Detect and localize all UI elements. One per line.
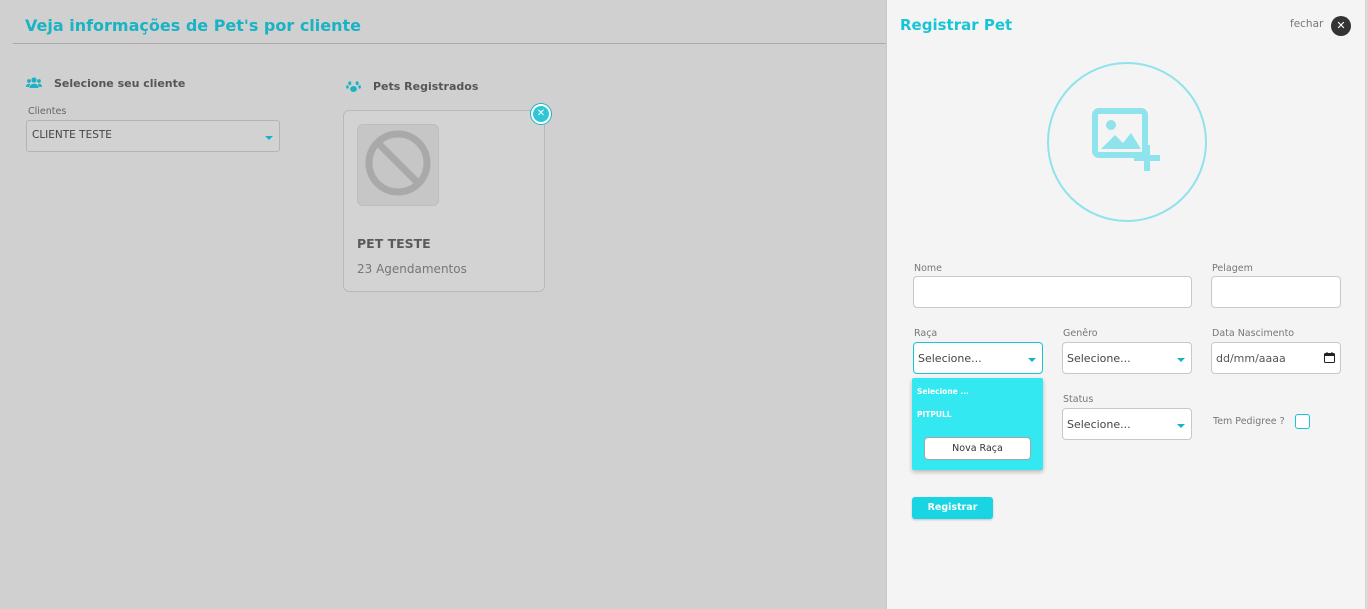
client-section-label: Selecione seu cliente: [54, 76, 186, 90]
raca-option[interactable]: Selecione ...: [917, 387, 969, 396]
page-title: Veja informações de Pet's por cliente: [25, 16, 362, 35]
users-icon: [26, 76, 42, 90]
close-icon: ✕: [1336, 19, 1346, 32]
raca-select-value: Selecione...: [918, 352, 982, 365]
genero-select[interactable]: Selecione...: [1062, 342, 1192, 374]
data-nascimento-input[interactable]: dd/mm/aaaa: [1211, 342, 1341, 374]
genero-label: Genêro: [1063, 328, 1098, 339]
title-divider: [13, 43, 886, 44]
pelagem-label: Pelagem: [1212, 263, 1253, 274]
close-label[interactable]: fechar: [1290, 18, 1323, 30]
chevron-down-icon: [265, 136, 273, 140]
clients-label: Clientes: [28, 106, 67, 117]
register-button[interactable]: Registrar: [912, 497, 993, 519]
chevron-down-icon: [1177, 358, 1185, 362]
pet-card[interactable]: PET TESTE 23 Agendamentos: [343, 110, 545, 292]
pet-name: PET TESTE: [357, 236, 431, 251]
pets-section-heading: Pets Registrados: [346, 79, 478, 93]
background-page: Veja informações de Pet's por cliente Se…: [0, 0, 886, 609]
status-select[interactable]: Selecione...: [1062, 408, 1192, 440]
data-nascimento-label: Data Nascimento: [1212, 328, 1295, 339]
nome-input[interactable]: [913, 276, 1192, 308]
add-image-icon: [1091, 107, 1163, 177]
no-image-icon: [364, 129, 432, 201]
client-section-heading: Selecione seu cliente: [26, 76, 185, 90]
raca-label: Raça: [914, 328, 938, 339]
status-label: Status: [1063, 394, 1094, 405]
client-select-value: CLIENTE TESTE: [32, 129, 112, 141]
status-select-value: Selecione...: [1067, 418, 1131, 431]
nome-label: Nome: [914, 263, 943, 274]
pet-photo: [357, 124, 439, 206]
pet-appointments-count: 23 Agendamentos: [357, 262, 467, 276]
client-select[interactable]: CLIENTE TESTE: [26, 120, 280, 152]
raca-dropdown-menu: Selecione ... PITPULL Nova Raça: [912, 378, 1043, 470]
close-button[interactable]: ✕: [1331, 16, 1351, 36]
chevron-down-icon: [1028, 358, 1036, 362]
panel-title: Registrar Pet: [900, 16, 1013, 34]
pedigree-label: Tem Pedigree ?: [1213, 416, 1285, 427]
chevron-down-icon: [1177, 424, 1185, 428]
raca-option[interactable]: PITPULL: [917, 410, 952, 419]
paw-icon: [346, 79, 361, 93]
raca-select[interactable]: Selecione...: [913, 342, 1043, 374]
close-icon: ✕: [536, 108, 546, 119]
data-nascimento-value: dd/mm/aaaa: [1216, 352, 1286, 365]
photo-upload-button[interactable]: [1047, 62, 1207, 222]
calendar-icon[interactable]: [1324, 352, 1335, 366]
pelagem-input[interactable]: [1211, 276, 1341, 308]
pets-section-label: Pets Registrados: [373, 79, 479, 93]
nova-raca-button[interactable]: Nova Raça: [924, 437, 1031, 460]
register-pet-panel: Registrar Pet fechar ✕ Nome Pelagem Raça…: [886, 0, 1368, 609]
remove-pet-button[interactable]: ✕: [531, 104, 551, 124]
genero-select-value: Selecione...: [1067, 352, 1131, 365]
pedigree-checkbox[interactable]: [1295, 414, 1310, 429]
